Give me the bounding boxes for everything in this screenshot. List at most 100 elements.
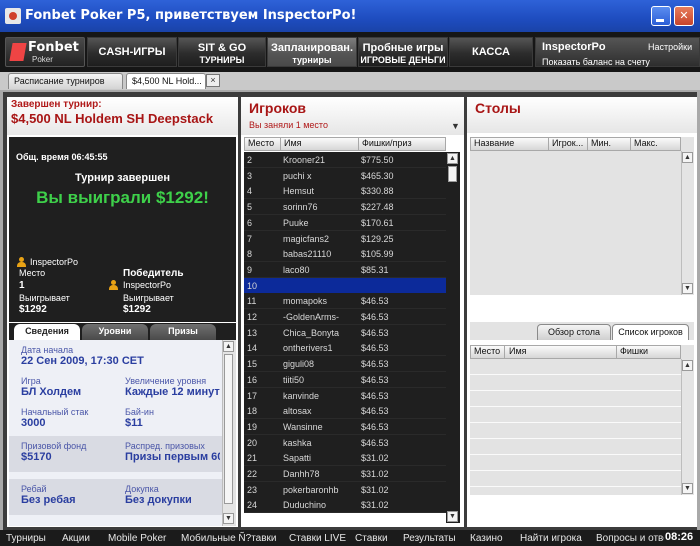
table-players-scrollbar[interactable] [681,359,694,495]
player-row[interactable]: 23 pokerbaronhb $31.02 [244,481,446,498]
player-row[interactable]: 10 [244,277,446,294]
grid-line [470,454,681,455]
player-place: 10 [247,280,258,291]
player-row[interactable]: 24 Duduchino $31.02 [244,497,446,514]
tab-prizes[interactable]: Призы [150,324,216,340]
tab-tournament-schedule[interactable]: Расписание турниров [8,73,123,89]
player-row[interactable]: 18 altosax $46.53 [244,403,446,420]
col-name[interactable]: Имя [284,138,302,148]
player-row[interactable]: 14 ontherivers1 $46.53 [244,340,446,357]
tab-levels[interactable]: Уровни [82,324,148,340]
grid-line [470,390,681,391]
player-name: Sapatti [283,453,312,464]
players-scroll-up-icon[interactable]: ▲ [447,153,458,164]
col-seat[interactable]: Место [474,346,500,356]
player-place: 20 [247,437,258,448]
player-row[interactable]: 17 kanvinde $46.53 [244,387,446,404]
menu-sit-and-go[interactable]: SIT & GO ТУРНИРЫ [178,37,266,67]
menu-play-money[interactable]: Пробные игры ИГРОВЫЕ ДЕНЬГИ [358,37,448,67]
clock: 08:26 [665,531,694,543]
col-table-players[interactable]: Игрок... [552,138,583,148]
tab-close-icon[interactable]: × [206,74,220,87]
col-player-chips[interactable]: Фишки [620,346,648,356]
player-place: 7 [247,233,253,244]
minimize-button[interactable] [651,6,671,26]
status-results[interactable]: Результаты [403,533,456,544]
player-row[interactable]: 13 Chica_Bonyta $46.53 [244,324,446,341]
player-row[interactable]: 15 giguli08 $46.53 [244,356,446,373]
col-table-name[interactable]: Название [474,138,514,148]
prize-pool-label: Призовой фонд [21,441,87,451]
status-bets[interactable]: Ставки [355,533,388,544]
player-prize: $46.53 [361,437,389,448]
table-players-scroll-down-icon[interactable]: ▼ [682,483,693,494]
status-mobile-bets[interactable]: Мобильные Ñ?тавки [181,533,277,544]
player-row[interactable]: 21 Sapatti $31.02 [244,450,446,467]
tab-table-overview[interactable]: Обзор стола [537,324,611,340]
status-live-bets[interactable]: Ставки LIVE [289,533,346,544]
player-row[interactable]: 12 -GoldenArms- $46.53 [244,309,446,325]
players-scroll-thumb[interactable] [448,166,457,182]
player-place: 23 [247,484,258,495]
player-prize: $46.53 [361,312,389,322]
table-players-scroll-up-icon[interactable]: ▲ [682,360,693,371]
tab-info[interactable]: Сведения [14,324,80,340]
player-row[interactable]: 7 magicfans2 $129.25 [244,230,446,247]
status-promotions[interactable]: Акции [62,533,90,544]
menu-cashier[interactable]: КАССА [449,37,533,67]
filter-icon[interactable]: ▼ [451,121,460,131]
status-casino[interactable]: Казино [470,533,503,544]
tables-scroll-down-icon[interactable]: ▼ [682,283,693,294]
tables-scroll-up-icon[interactable]: ▲ [682,152,693,163]
player-row[interactable]: 8 babas21110 $105.99 [244,246,446,263]
tournament-name: $4,500 NL Holdem SH Deepstack [11,111,214,126]
col-place[interactable]: Место [248,138,274,148]
menu-cash-games[interactable]: CASH-ИГРЫ [87,37,177,67]
settings-link[interactable]: Настройки [648,42,692,52]
col-chips-prize[interactable]: Фишки/приз [362,138,412,148]
player-row[interactable]: 9 laco80 $85.31 [244,261,446,278]
window-title: Fonbet Poker P5, приветствуем InspectorP… [25,8,357,23]
tab-player-list[interactable]: Список игроков [612,324,689,340]
player-place: 2 [247,155,253,165]
player-row[interactable]: 16 tiiti50 $46.53 [244,371,446,388]
show-balance-link[interactable]: Показать баланс на счету [542,57,650,67]
player-row[interactable]: 19 Wansinne $46.53 [244,418,446,435]
player-row[interactable]: 11 momapoks $46.53 [244,293,446,310]
window-title-bar[interactable]: Fonbet Poker P5, приветствуем InspectorP… [0,0,700,32]
player-row[interactable]: 4 Hemsut $330.88 [244,183,446,200]
col-table-max[interactable]: Макс. [634,138,658,148]
tab-current-tournament[interactable]: $4,500 NL Hold... [126,73,206,89]
player-prize: $46.53 [361,390,389,401]
scroll-thumb[interactable] [224,354,233,504]
status-mobile-poker[interactable]: Mobile Poker [108,533,166,544]
players-subtitle: Вы заняли 1 место [249,120,328,130]
scroll-down-icon[interactable]: ▼ [223,513,234,524]
status-tournaments[interactable]: Турниры [6,533,46,544]
winner-wins-value: $1292 [123,304,151,315]
menu-sublabel: турниры [292,55,332,65]
player-row[interactable]: 22 Danhh78 $31.02 [244,466,446,482]
player-row[interactable]: 20 kashka $46.53 [244,434,446,451]
col-player-name[interactable]: Имя [509,346,527,356]
players-scroll-down-icon[interactable]: ▼ [447,511,458,522]
player-place: 4 [247,186,253,197]
players-scrollbar[interactable] [446,152,460,523]
player-place: 12 [247,312,258,322]
player-row[interactable]: 5 sorinn76 $227.48 [244,199,446,216]
player-row[interactable]: 3 puchi x $465.30 [244,167,446,184]
tables-scrollbar[interactable] [681,151,694,295]
start-stack-value: 3000 [21,417,46,429]
tournament-finished-text: Турнир завершен [75,172,170,184]
player-row[interactable]: 2 Krooner21 $775.50 [244,152,446,168]
status-faq[interactable]: Вопросы и ответы [596,533,664,544]
status-find-player[interactable]: Найти игрока [520,533,582,544]
col-table-min[interactable]: Мин. [591,138,611,148]
menu-scheduled-tournaments[interactable]: Запланирован. турниры [267,37,357,67]
players-list: 2 Krooner21 $775.50 3 puchi x $465.30 4 Hemsut $… [244,152,446,523]
player-wins-value: $1292 [19,304,47,315]
close-window-button[interactable]: ✕ [674,6,694,26]
scroll-up-icon[interactable]: ▲ [223,341,234,352]
player-prize: $129.25 [361,233,394,244]
player-row[interactable]: 6 Puuke $170.61 [244,214,446,231]
